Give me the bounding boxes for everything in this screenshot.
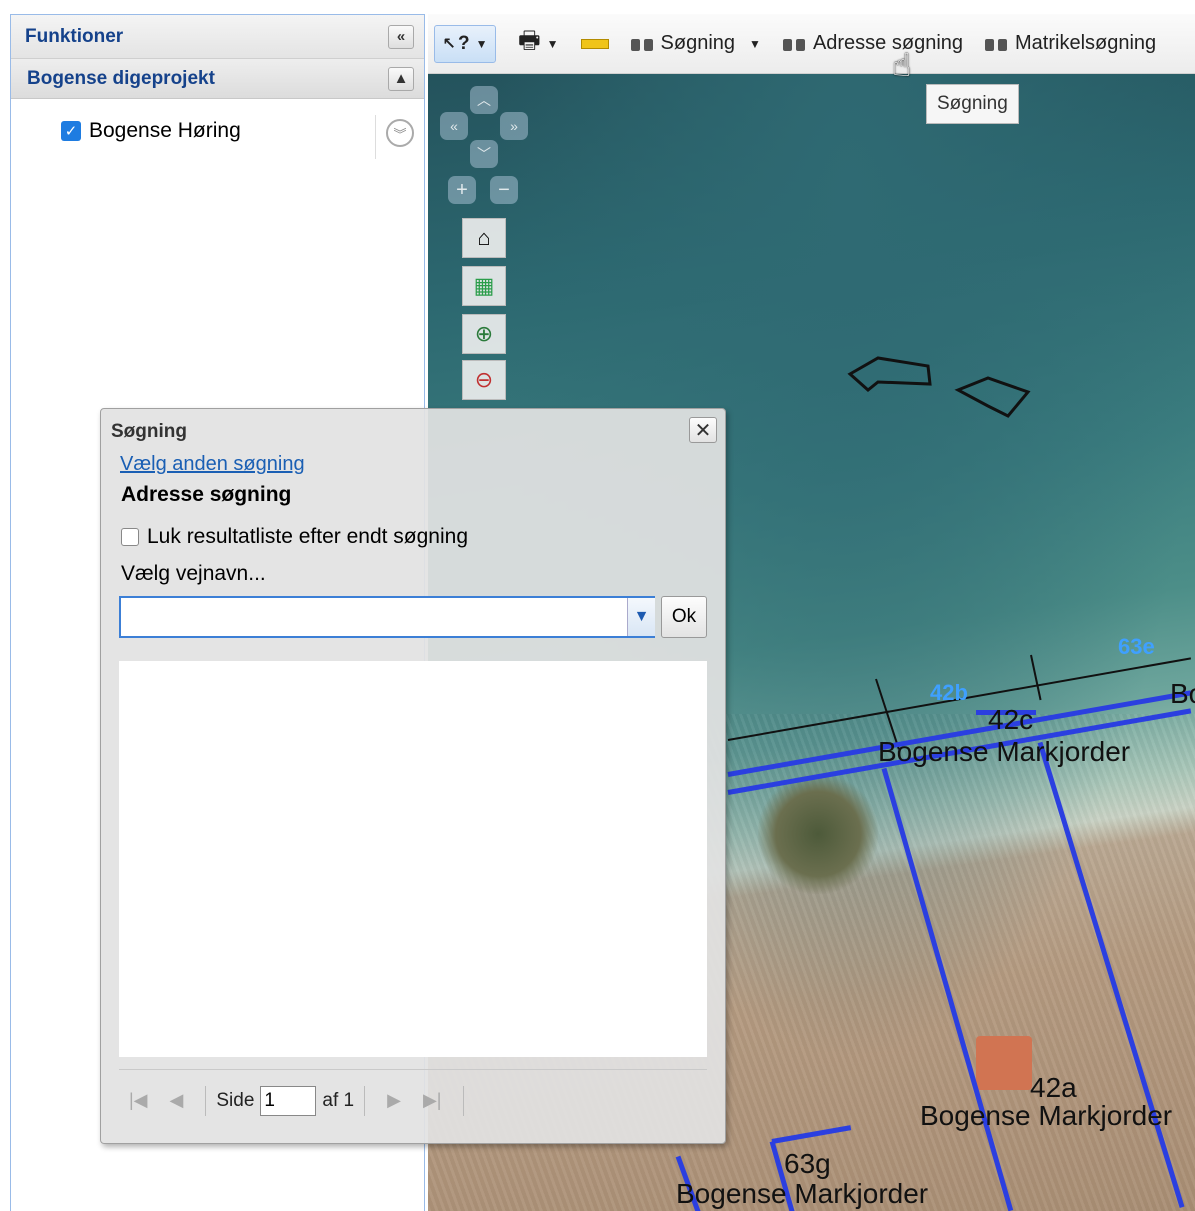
map-overlay-label: 42b (930, 680, 968, 705)
ruler-icon (580, 38, 609, 49)
zoom-out-button[interactable]: − (490, 176, 518, 204)
collapse-project-button[interactable]: ▲ (388, 66, 414, 91)
farm-house (976, 1036, 1032, 1090)
close-results-checkbox[interactable] (121, 528, 139, 546)
pan-down-button[interactable]: ﹀ (470, 140, 498, 168)
home-icon[interactable]: ⌂ (462, 218, 506, 258)
project-header[interactable]: Bogense digeprojekt ▲ (11, 59, 424, 99)
map-district-label: Bogense Markjorder (676, 1178, 929, 1209)
choose-other-search-link[interactable]: Vælg anden søgning (120, 453, 305, 476)
parcel-line (1030, 654, 1042, 701)
farm-trees (758, 774, 878, 894)
binoculars-icon (985, 36, 1008, 52)
search-button-label: Søgning (660, 32, 736, 54)
water-parcel-outline (954, 376, 1031, 418)
collapse-panel-button[interactable]: « (388, 24, 414, 49)
zoom-previous-icon[interactable]: ⊕ (462, 314, 506, 354)
identify-tool-label: ? (457, 32, 470, 54)
dialog-title: Søgning (111, 421, 187, 442)
dialog-heading: Adresse søgning (121, 483, 292, 506)
street-name-combobox[interactable] (119, 596, 655, 638)
street-name-input[interactable] (121, 598, 653, 636)
chevron-down-icon: ▼ (546, 36, 559, 51)
functions-panel-header: Funktioner « (11, 15, 424, 59)
cadastre-search-button[interactable]: Matrikelsøgning (985, 32, 1156, 55)
measure-button[interactable] (580, 38, 609, 49)
ok-button[interactable]: Ok (661, 596, 707, 638)
zoom-in-button[interactable]: + (448, 176, 476, 204)
zoom-extent-icon[interactable]: ▦ (462, 266, 506, 306)
chevron-down-icon[interactable]: ▼ (627, 598, 655, 636)
binoculars-icon (782, 36, 805, 52)
page-number-input[interactable] (260, 1085, 317, 1116)
previous-page-icon[interactable]: ◀ (170, 1090, 184, 1111)
pan-up-button[interactable]: ︿ (470, 86, 498, 114)
close-results-label: Luk resultatliste efter endt søgning (147, 525, 469, 548)
tooltip: Søgning (926, 84, 1019, 124)
project-title: Bogense digeprojekt (27, 67, 215, 89)
close-results-option[interactable]: Luk resultatliste efter endt søgning (121, 525, 468, 549)
address-search-button[interactable]: Adresse søgning (782, 32, 964, 55)
pager-divider (463, 1085, 465, 1116)
print-button[interactable]: 🖶 ▼ (518, 23, 559, 64)
results-pager: |◀ ◀ Side af 1 ▶ ▶| (119, 1069, 707, 1131)
close-icon[interactable]: ✕ (689, 417, 717, 443)
search-dialog: Søgning ✕ Vælg anden søgning Adresse søg… (100, 408, 726, 1144)
street-name-label: Vælg vejnavn... (121, 562, 266, 585)
results-list (119, 661, 707, 1057)
map-toolbar: ↖ ? ▼ 🖶 ▼ Søgning ▼ Adresse søgning Matr… (428, 14, 1195, 74)
functions-panel-title: Funktioner (25, 25, 124, 47)
water-parcel-outline (847, 356, 932, 392)
printer-icon: 🖶 (518, 27, 541, 54)
chevron-down-icon: ▼ (749, 36, 761, 51)
chevron-down-icon: ▼ (475, 36, 488, 51)
map-parcel-label: 42c (988, 704, 1034, 735)
search-button[interactable]: Søgning ▼ (630, 32, 761, 55)
layer-checkbox[interactable]: ✓ (61, 121, 81, 141)
next-page-icon[interactable]: ▶ (387, 1090, 401, 1111)
last-page-icon[interactable]: ▶| (423, 1090, 442, 1111)
binoculars-icon (630, 36, 653, 52)
map-district-label: Bogense Markjorder (878, 736, 1131, 767)
map-overlay-label: 63e (1118, 634, 1155, 659)
page-count-label: af 1 (322, 1089, 355, 1111)
layer-item[interactable]: ✓ Bogense Høring (61, 119, 241, 143)
layer-divider (375, 115, 376, 159)
pointer-icon: ↖ (442, 35, 456, 53)
layer-expand-icon[interactable]: ︾ (386, 119, 414, 147)
cadastre-search-button-label: Matrikelsøgning (1015, 32, 1157, 54)
hand-cursor-icon: ☝ (892, 47, 912, 83)
map-district-label: Bogense Markjorder (920, 1100, 1173, 1131)
map-parcel-label: 63g (784, 1148, 831, 1179)
pan-left-button[interactable]: « (440, 112, 468, 140)
zoom-next-icon[interactable]: ⊖ (462, 360, 506, 400)
layer-label: Bogense Høring (89, 119, 241, 142)
identify-tool-button[interactable]: ↖ ? ▼ (434, 24, 496, 63)
pan-right-button[interactable]: » (500, 112, 528, 140)
address-search-button-label: Adresse søgning (812, 32, 964, 54)
pager-divider (205, 1085, 207, 1116)
first-page-icon[interactable]: |◀ (129, 1090, 148, 1111)
map-district-label: Bo (1170, 678, 1195, 709)
pager-divider (364, 1085, 366, 1116)
water-parcels (847, 356, 1031, 418)
page-label: Side (216, 1089, 255, 1111)
